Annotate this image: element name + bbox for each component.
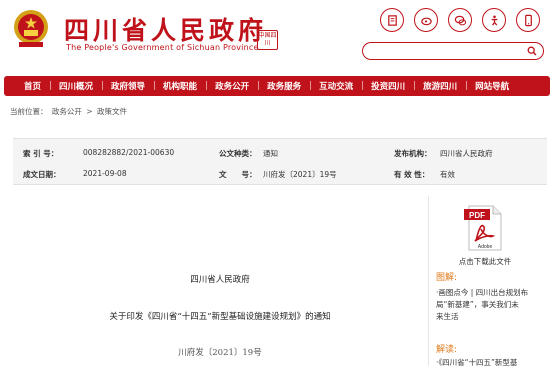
search-icon[interactable] [527,46,537,56]
graphic-item-line-2: 局“新基建”，事关我们未 [436,300,519,309]
search-input[interactable] [371,45,521,57]
site-subtitle: The People's Government of Sichuan Provi… [66,43,259,52]
pdf-brand-text: Adobe [478,244,493,250]
info-date: 成文日期： 2021-09-08 [23,169,127,180]
info-docno-label: 文 号： [219,170,257,179]
info-category-label: 公文种类： [219,149,257,158]
nav-item-government-leaders[interactable]: 政府领导 [102,80,154,92]
document-title: 关于印发《四川省“十四五”新型基础设施建设规划》的通知 [109,312,331,322]
nav-item-interaction[interactable]: 互动交流 [310,80,362,92]
nav-item-travel-sichuan[interactable]: 旅游四川 [414,80,466,92]
mobile-icon[interactable] [516,8,540,32]
nav-item-invest-sichuan[interactable]: 投资四川 [362,80,414,92]
site-header: 四川省人民政府 The People's Government of Sichu… [0,0,554,66]
nav-item-institutions[interactable]: 机构职能 [154,80,206,92]
document-issuer: 四川省人民政府 [190,275,250,285]
info-docno: 文 号： 川府发〔2021〕19号 [219,169,337,180]
national-emblem-icon[interactable] [11,8,51,50]
graphic-item-line-1: ·画图点今 | 四川出台规划布 [436,288,529,297]
info-date-value: 2021-09-08 [83,169,127,178]
info-category: 公文种类： 通知 [219,148,278,159]
elder-mode-icon[interactable] [482,8,506,32]
info-category-value: 通知 [263,149,278,158]
info-date-label: 成文日期： [23,170,61,179]
nav-item-home[interactable]: 首页 [15,80,50,92]
document-body: 四川省人民政府 关于印发《四川省“十四五”新型基础设施建设规划》的通知 川府发〔… [13,196,427,366]
breadcrumb-separator: > [86,107,93,116]
nav-item-sichuan-overview[interactable]: 四川概况 [50,80,102,92]
breadcrumb-prefix: 当前位置： [10,107,48,116]
info-docno-value: 川府发〔2021〕19号 [263,170,337,179]
graphic-item-line-3: 来生活 [436,312,459,321]
graphic-interpretation-link[interactable]: ·画图点今 | 四川出台规划布 局“新基建”，事关我们未 来生活 [436,287,544,323]
wechat-icon[interactable] [448,8,472,32]
document-sidebar: PDF Adobe 点击下载此文件 图解: ·画图点今 | 四川出台规划布 局“… [430,196,554,369]
header-icon-bar [380,8,540,32]
info-publisher: 发布机构： 四川省人民政府 [394,148,493,159]
info-publisher-label: 发布机构： [394,149,432,158]
interpretation-link[interactable]: ·《四川省“十四五”新型基 [436,357,544,369]
info-validity-value: 有效 [440,170,455,179]
site-title[interactable]: 四川省人民政府 [64,11,267,47]
info-validity-label: 有 效 性： [394,170,430,179]
search-box[interactable] [362,42,544,60]
info-publisher-value: 四川省人民政府 [440,149,493,158]
nav-item-gov-services[interactable]: 政务服务 [258,80,310,92]
nav-item-gov-affairs-disclosure[interactable]: 政务公开 [206,80,258,92]
nav-item-site-map[interactable]: 网站导航 [466,80,518,92]
info-validity: 有 效 性： 有效 [394,169,455,180]
document-info-table: 索 引 号： 008282882/2021-00630 公文种类： 通知 发布机… [13,138,547,185]
info-index: 索 引 号： 008282882/2021-00630 [23,148,174,159]
info-index-value: 008282882/2021-00630 [83,148,175,157]
download-file-link[interactable]: 点击下载此文件 [430,256,540,267]
breadcrumb: 当前位置： 政务公开 > 政策文件 [10,106,129,117]
document-number: 川府发〔2021〕19号 [178,348,262,358]
accessibility-info-icon[interactable] [380,8,404,32]
graphic-interpretation-heading: 图解: [436,273,458,283]
interpretation-heading: 解读: [436,345,458,355]
pdf-badge-text: PDF [469,211,485,220]
main-nav: 首页 四川概况 政府领导 机构职能 政务公开 政务服务 互动交流 投资四川 旅游… [4,76,550,96]
weibo-icon[interactable] [414,8,438,32]
info-index-label: 索 引 号： [23,149,59,158]
china-sichuan-seal: 中国四川 [257,30,278,50]
breadcrumb-gov-affairs[interactable]: 政务公开 [52,107,82,116]
content-divider [428,196,429,366]
pdf-file-icon[interactable]: PDF Adobe [463,205,505,251]
breadcrumb-policy-docs[interactable]: 政策文件 [97,107,127,116]
